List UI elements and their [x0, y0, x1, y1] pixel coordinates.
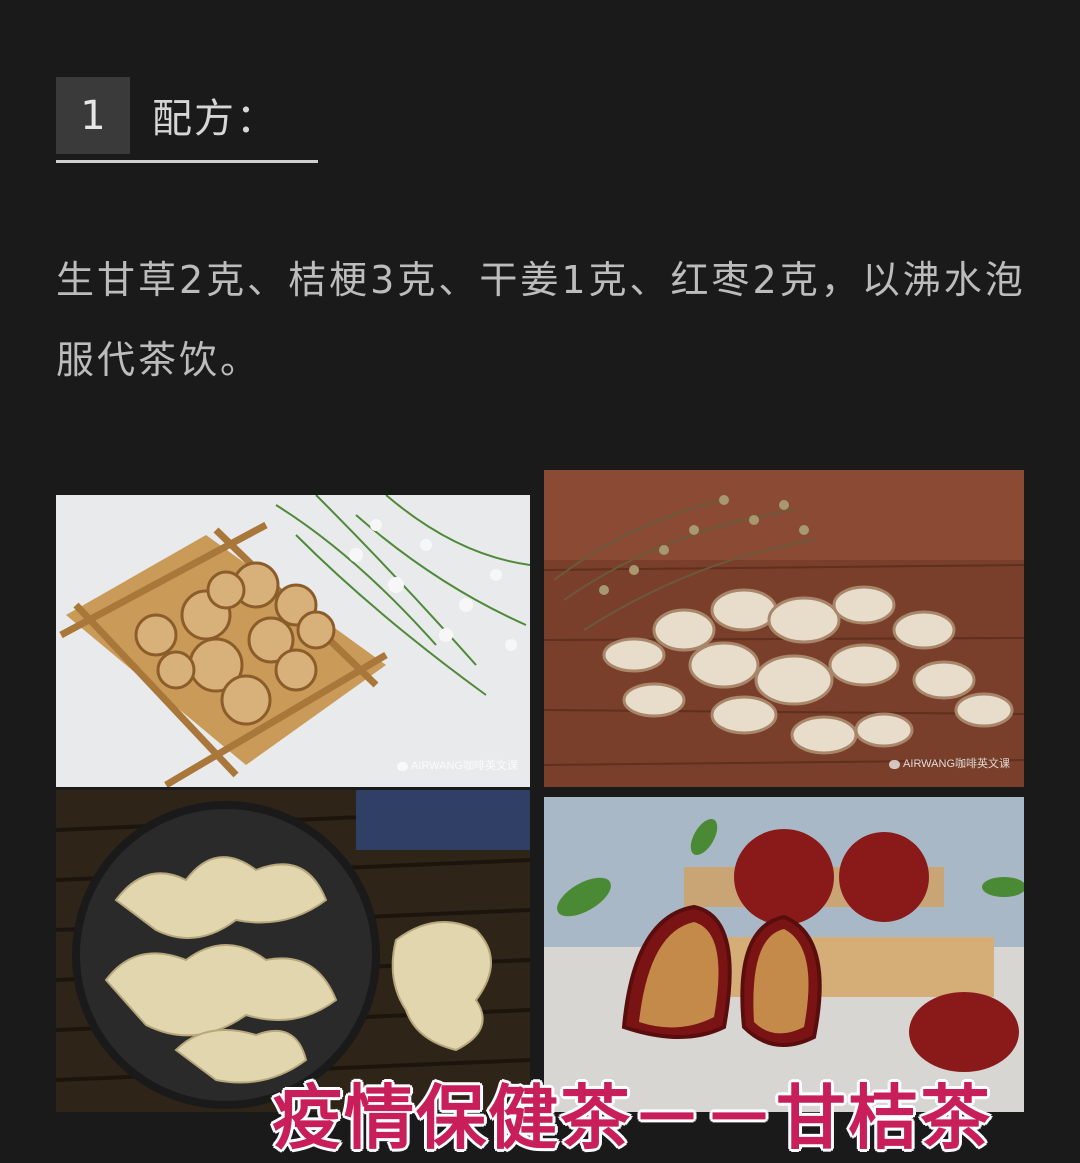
photo-watermark: AIRWANG咖啡英文课 — [397, 757, 518, 773]
wechat-icon — [397, 761, 409, 771]
licorice-root-photo: AIRWANG咖啡英文课 — [56, 495, 530, 787]
section-heading: 配方： — [152, 96, 278, 142]
section-number-badge: 1 — [56, 77, 130, 154]
platycodon-root-photo: AIRWANG咖啡英文课 — [544, 470, 1024, 787]
recipe-text: 生甘草2克、桔梗3克、干姜1克、红枣2克，以沸水泡服代茶饮。 — [56, 258, 1026, 382]
image-caption-overlay: 疫情保健茶－－甘桔茶 — [272, 1077, 992, 1159]
photo-watermark: AIRWANG咖啡英文课 — [889, 755, 1010, 771]
wechat-icon — [889, 759, 901, 769]
heading-underline — [56, 160, 318, 163]
